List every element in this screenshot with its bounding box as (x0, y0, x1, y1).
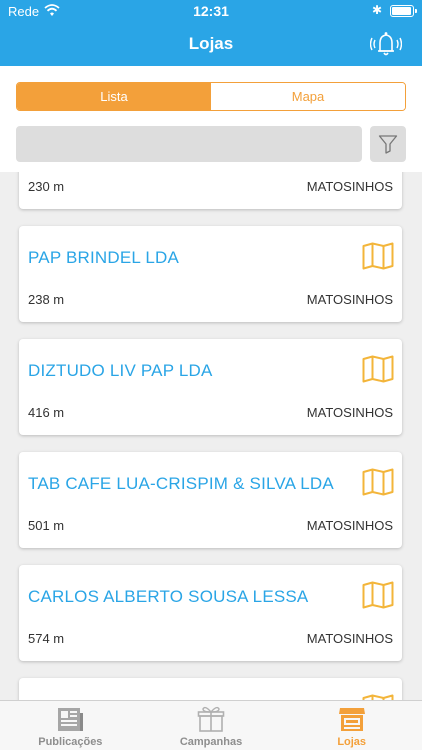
store-name: TAB CAFE LUA-CRISPIM & SILVA LDA (28, 474, 334, 493)
tab-label: Campanhas (179, 736, 243, 748)
store-distance: 574 m (28, 631, 65, 646)
filter-icon (378, 135, 398, 154)
store-card[interactable]: CARLOS ALBERTO SOUSA LESSA 574 m MATOSIN… (19, 565, 402, 661)
gift-icon (197, 706, 225, 732)
store-name: CARLOS ALBERTO SOUSA LESSA (28, 587, 309, 606)
store-list[interactable]: 230 m MATOSINHOS PAP BRINDEL LDA 238 m M… (0, 172, 422, 700)
notification-bell-icon[interactable] (370, 30, 402, 58)
map-icon[interactable] (362, 581, 394, 609)
store-card[interactable] (19, 678, 402, 700)
store-city: MATOSINHOS (306, 292, 393, 307)
bluetooth-icon: ✱ (371, 3, 382, 17)
store-name: DIZTUDO LIV PAP LDA (28, 361, 213, 380)
tab-label: Publicações (38, 736, 103, 748)
store-card[interactable]: DIZTUDO LIV PAP LDA 416 m MATOSINHOS (19, 339, 402, 435)
store-card[interactable]: PAP BRINDEL LDA 238 m MATOSINHOS (19, 226, 402, 322)
map-icon[interactable] (362, 355, 394, 383)
store-distance: 238 m (28, 292, 65, 307)
store-distance: 416 m (28, 405, 65, 420)
store-city: MATOSINHOS (306, 631, 393, 646)
view-toggle: Lista Mapa (16, 82, 406, 111)
store-distance: 501 m (28, 518, 65, 533)
store-card[interactable]: 230 m MATOSINHOS (19, 172, 402, 209)
map-icon[interactable] (362, 242, 394, 270)
page-title: Lojas (188, 34, 234, 53)
tab-label: Lojas (337, 736, 367, 748)
store-city: MATOSINHOS (306, 179, 393, 194)
status-bar: Rede 12:31 ✱ (0, 0, 422, 22)
tab-bar: Publicações Campanhas Lojas (0, 700, 422, 750)
tab-publicacoes[interactable]: Publicações (0, 701, 141, 750)
newspaper-icon (58, 708, 84, 731)
tab-campanhas[interactable]: Campanhas (141, 701, 282, 750)
tab-list[interactable]: Lista (17, 83, 211, 110)
store-icon (338, 708, 365, 731)
store-name: PAP BRINDEL LDA (28, 248, 180, 267)
store-card[interactable]: TAB CAFE LUA-CRISPIM & SILVA LDA 501 m M… (19, 452, 402, 548)
tab-map[interactable]: Mapa (211, 83, 405, 110)
battery-fill (392, 7, 411, 15)
status-time: 12:31 (193, 3, 229, 19)
tab-lojas[interactable]: Lojas (281, 701, 422, 750)
battery-icon (390, 5, 417, 17)
map-icon[interactable] (362, 468, 394, 496)
store-city: MATOSINHOS (306, 405, 393, 420)
search-input[interactable] (16, 126, 362, 162)
filter-button[interactable] (370, 126, 406, 162)
store-distance: 230 m (28, 179, 65, 194)
store-city: MATOSINHOS (306, 518, 393, 533)
controls-panel: Lista Mapa (0, 66, 422, 172)
nav-bar: Lojas (0, 22, 422, 66)
